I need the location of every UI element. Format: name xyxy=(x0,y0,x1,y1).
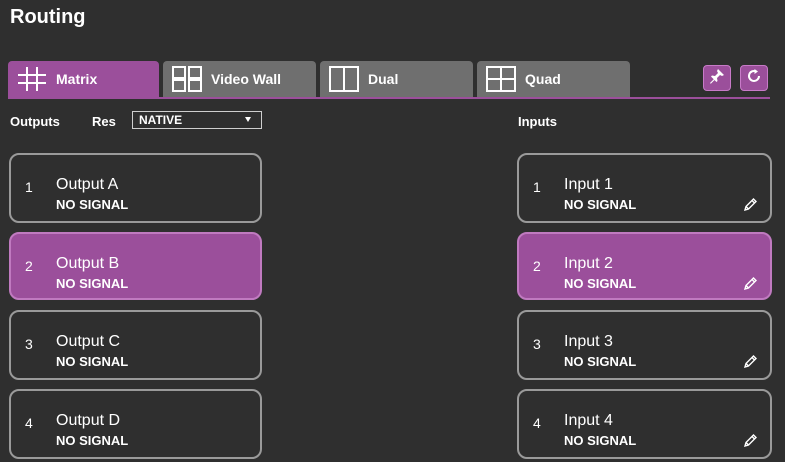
input-status: NO SIGNAL xyxy=(564,433,637,448)
resolution-value: NATIVE xyxy=(139,113,183,127)
input-name: Input 4 xyxy=(564,412,613,429)
input-name: Input 2 xyxy=(564,255,613,272)
output-status: NO SIGNAL xyxy=(56,354,129,369)
output-name: Output C xyxy=(56,333,121,350)
output-card-3[interactable]: 3 Output C NO SIGNAL xyxy=(9,310,262,380)
inputs-label: Inputs xyxy=(518,114,557,129)
input-card-2[interactable]: 2 Input 2 NO SIGNAL xyxy=(517,232,772,300)
refresh-button[interactable] xyxy=(740,65,768,91)
tab-matrix-label: Matrix xyxy=(56,71,98,87)
tab-dual-label: Dual xyxy=(368,71,399,87)
output-number: 4 xyxy=(25,415,33,431)
output-card-1[interactable]: 1 Output A NO SIGNAL xyxy=(9,153,262,223)
edit-pencil-icon[interactable] xyxy=(742,197,758,213)
tab-underline xyxy=(8,97,770,99)
input-status: NO SIGNAL xyxy=(564,354,637,369)
input-name: Input 1 xyxy=(564,176,613,193)
chevron-down-icon xyxy=(245,117,251,122)
input-card-3[interactable]: 3 Input 3 NO SIGNAL xyxy=(517,310,772,380)
tab-dual[interactable]: Dual xyxy=(320,61,473,97)
input-number: 4 xyxy=(533,415,541,431)
refresh-icon xyxy=(745,67,763,90)
input-number: 1 xyxy=(533,179,541,195)
input-status: NO SIGNAL xyxy=(564,276,637,291)
output-name: Output B xyxy=(56,255,120,272)
page-title: Routing xyxy=(10,6,86,28)
output-status: NO SIGNAL xyxy=(56,276,129,291)
output-number: 2 xyxy=(25,258,33,274)
output-name: Output A xyxy=(56,176,119,193)
outputs-label: Outputs xyxy=(10,114,60,129)
resolution-select[interactable]: NATIVE xyxy=(132,111,262,129)
res-label: Res xyxy=(92,114,116,129)
input-number: 2 xyxy=(533,258,541,274)
output-name: Output D xyxy=(56,412,121,429)
input-number: 3 xyxy=(533,336,541,352)
video-wall-icon xyxy=(171,65,205,93)
tab-video-wall-label: Video Wall xyxy=(211,71,282,87)
output-status: NO SIGNAL xyxy=(56,433,129,448)
matrix-grid-icon xyxy=(16,65,50,93)
pin-button[interactable] xyxy=(703,65,731,91)
input-status: NO SIGNAL xyxy=(564,197,637,212)
tab-video-wall[interactable]: Video Wall xyxy=(163,61,316,97)
output-card-2[interactable]: 2 Output B NO SIGNAL xyxy=(9,232,262,300)
edit-pencil-icon[interactable] xyxy=(742,276,758,292)
output-status: NO SIGNAL xyxy=(56,197,129,212)
input-name: Input 3 xyxy=(564,333,613,350)
dual-view-icon xyxy=(328,65,362,93)
edit-pencil-icon[interactable] xyxy=(742,354,758,370)
input-card-4[interactable]: 4 Input 4 NO SIGNAL xyxy=(517,389,772,459)
output-number: 3 xyxy=(25,336,33,352)
output-card-4[interactable]: 4 Output D NO SIGNAL xyxy=(9,389,262,459)
pin-icon xyxy=(708,67,726,90)
tab-quad[interactable]: Quad xyxy=(477,61,630,97)
tab-quad-label: Quad xyxy=(525,71,561,87)
quad-view-icon xyxy=(485,65,519,93)
input-card-1[interactable]: 1 Input 1 NO SIGNAL xyxy=(517,153,772,223)
edit-pencil-icon[interactable] xyxy=(742,433,758,449)
output-number: 1 xyxy=(25,179,33,195)
tab-matrix[interactable]: Matrix xyxy=(8,61,159,97)
